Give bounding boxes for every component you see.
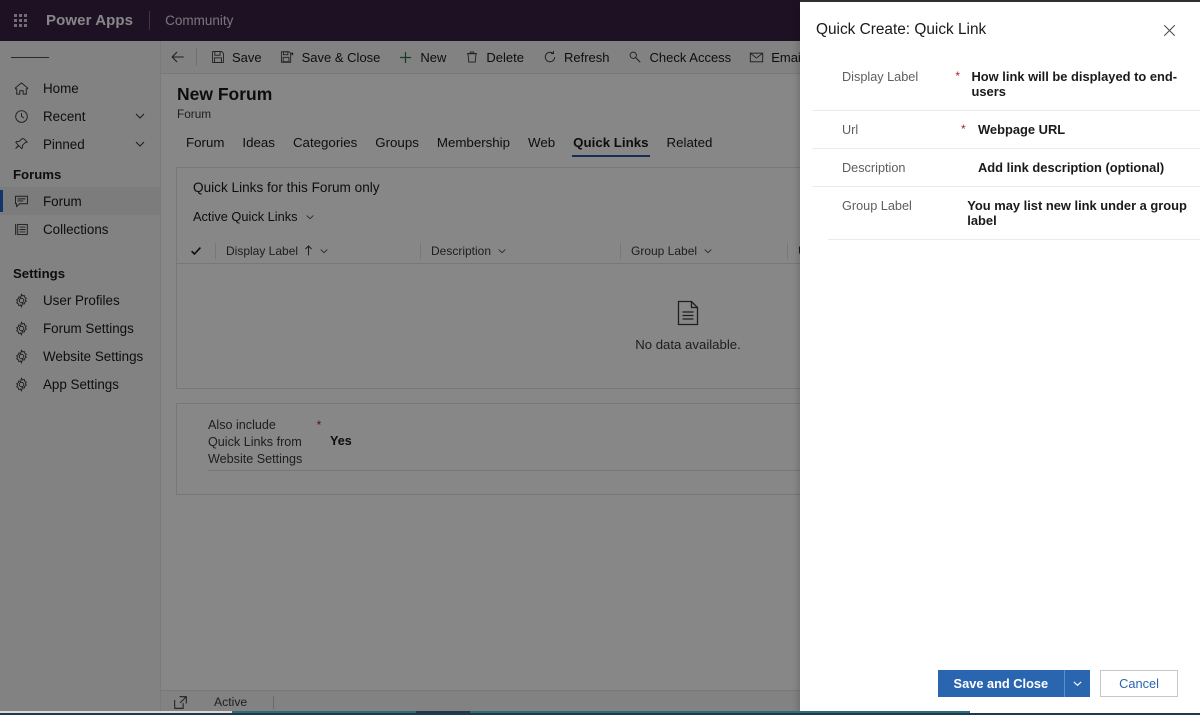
screen-root: Power Apps Community Home Recent Pinned … bbox=[0, 0, 1200, 715]
cancel-button[interactable]: Cancel bbox=[1100, 670, 1178, 697]
field-display-label[interactable]: Display Label * How link will be display… bbox=[812, 58, 1200, 110]
bottom-edge-segment-mid bbox=[232, 711, 416, 713]
field-value[interactable]: Webpage URL bbox=[978, 121, 1065, 137]
required-asterisk bbox=[952, 197, 968, 228]
required-asterisk: * bbox=[955, 69, 960, 83]
chevron-down-icon[interactable] bbox=[1064, 670, 1091, 697]
field-group-label[interactable]: Group Label You may list new link under … bbox=[812, 186, 1200, 239]
quick-create-header: Quick Create: Quick Link bbox=[800, 2, 1200, 58]
field-label: Url bbox=[842, 123, 859, 137]
field-label: Group Label bbox=[842, 199, 912, 213]
panel-top-edge bbox=[800, 0, 1200, 2]
save-and-close-button[interactable]: Save and Close bbox=[937, 670, 1065, 697]
save-and-close-split-button: Save and Close bbox=[937, 670, 1091, 697]
field-label: Display Label bbox=[842, 70, 919, 84]
quick-create-fields: Display Label * How link will be display… bbox=[812, 58, 1200, 240]
field-description[interactable]: Description Add link description (option… bbox=[812, 148, 1200, 186]
required-asterisk: * bbox=[961, 122, 966, 136]
field-url[interactable]: Url * Webpage URL bbox=[812, 110, 1200, 148]
field-value[interactable]: How link will be displayed to end-users bbox=[972, 68, 1200, 99]
field-value[interactable]: You may list new link under a group labe… bbox=[967, 197, 1200, 228]
field-bottom-divider bbox=[828, 239, 1200, 240]
required-asterisk bbox=[961, 159, 978, 175]
quick-create-footer: Save and Close Cancel bbox=[800, 670, 1200, 697]
field-value[interactable]: Add link description (optional) bbox=[978, 159, 1164, 175]
modal-scrim[interactable] bbox=[0, 0, 800, 713]
quick-create-title: Quick Create: Quick Link bbox=[816, 21, 987, 38]
bottom-edge-segment-left bbox=[0, 711, 232, 713]
field-label: Description bbox=[842, 161, 906, 175]
quick-create-panel: Quick Create: Quick Link Display Label *… bbox=[800, 0, 1200, 713]
close-icon[interactable] bbox=[1154, 15, 1184, 45]
bottom-edge-segment-far-right bbox=[970, 711, 1200, 713]
bottom-edge-segment-right bbox=[470, 711, 970, 713]
